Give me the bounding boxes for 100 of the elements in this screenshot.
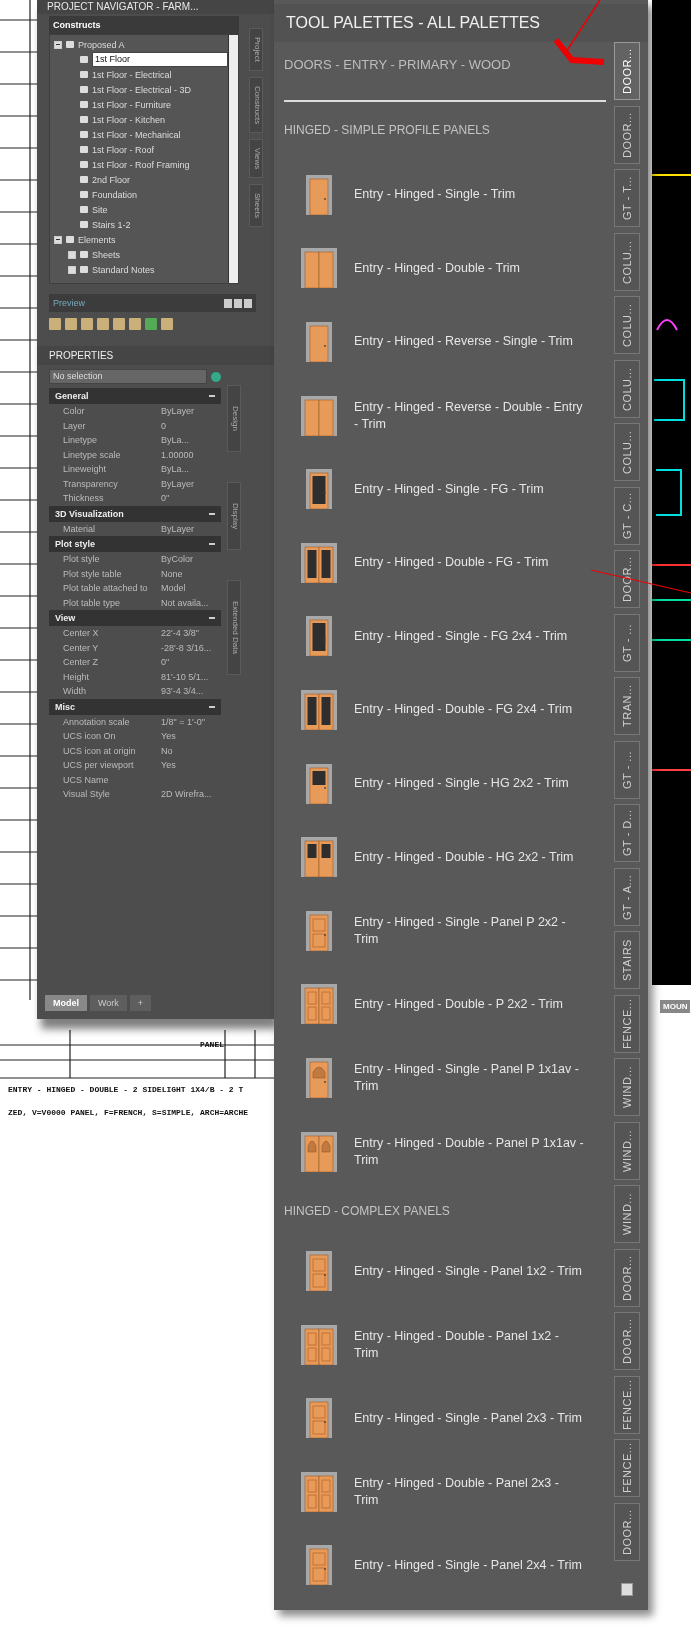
tree-item[interactable]: 1st Floor - Kitchen	[92, 114, 166, 125]
property-value: 0"	[161, 493, 170, 504]
palette-tool[interactable]: Entry - Hinged - Double - Panel 1x2 - Trim	[284, 1307, 614, 1382]
expand-toggle-icon[interactable]	[68, 250, 76, 259]
section-header[interactable]: View	[49, 610, 221, 626]
section-header[interactable]: Misc	[49, 698, 221, 715]
palette-tool[interactable]: Entry - Hinged - Single - HG 2x2 - Trim	[284, 746, 614, 821]
palette-tab[interactable]: COLU...	[614, 232, 640, 291]
palette-tab[interactable]: FENCE...	[614, 1375, 640, 1434]
palette-tab[interactable]: GT - D...	[614, 804, 640, 862]
tree-item[interactable]: 2nd Floor	[92, 174, 131, 185]
tree-item[interactable]: Stairs 1-2	[92, 219, 131, 230]
palette-tab[interactable]: STAIRS	[614, 931, 640, 989]
palette-tool[interactable]: Entry - Hinged - Single - Trim	[284, 158, 614, 232]
palette-tool[interactable]: Entry - Hinged - Reverse - Single - Trim	[284, 305, 614, 379]
expand-toggle-icon[interactable]	[54, 235, 62, 244]
constructs-tab[interactable]: Constructs	[53, 20, 101, 30]
palette-tab[interactable]: DOOR...	[614, 1502, 640, 1561]
collapse-icon[interactable]	[209, 512, 215, 515]
palette-tool[interactable]: Entry - Hinged - Single - Panel P 1x1av - Trim	[284, 1041, 614, 1115]
tree-item[interactable]: 1st Floor - Roof Framing	[92, 159, 190, 170]
palette-tab[interactable]: GT - ...	[614, 613, 640, 672]
palette-tab[interactable]: COLU...	[614, 296, 640, 354]
palette-tool[interactable]: Entry - Hinged - Reverse - Double - Entry - Trim	[284, 378, 614, 453]
tree-item[interactable]: 1st Floor - Roof	[92, 144, 155, 155]
palette-tab[interactable]: DOOR...	[614, 105, 640, 164]
tree-item[interactable]: 1st Floor	[92, 52, 228, 67]
tree-item[interactable]: Sheets	[92, 249, 121, 260]
expand-toggle-icon[interactable]	[68, 265, 76, 274]
property-value: 2D Wirefra...	[161, 789, 212, 800]
palette-tool[interactable]: Entry - Hinged - Double - Trim	[284, 231, 614, 306]
palette-tab[interactable]: DOOR...	[614, 1312, 640, 1370]
palette-tab[interactable]: DOOR...	[614, 42, 640, 100]
palette-tab[interactable]: FENCE...	[614, 994, 640, 1053]
side-tab[interactable]: Extended Data	[227, 580, 241, 676]
palette-tool[interactable]: Entry - Hinged - Double - Panel 2x3 - Trim	[284, 1455, 614, 1529]
layout-tab[interactable]: Work	[90, 995, 127, 1011]
palette-tab[interactable]: WIND...	[614, 1121, 640, 1180]
property-value: ByLa...	[161, 435, 189, 446]
property-name: Transparency	[62, 478, 119, 489]
palette-tab[interactable]: GT - ...	[614, 740, 640, 799]
palette-tab[interactable]: GT - T...	[614, 169, 640, 227]
palette-tab[interactable]: DOOR...	[614, 1248, 640, 1307]
layout-tab[interactable]: Model	[45, 995, 87, 1011]
property-value: 0	[161, 420, 166, 431]
property-name: UCS per viewport	[62, 760, 135, 771]
tree-item[interactable]: Proposed A	[78, 39, 125, 50]
section-header[interactable]: General	[49, 388, 221, 404]
side-tab[interactable]: Project	[249, 28, 263, 71]
palette-tool[interactable]: Entry - Hinged - Double - HG 2x2 - Trim	[284, 820, 614, 894]
selection-dropdown[interactable]: No selection	[49, 369, 207, 384]
door-icon	[301, 689, 337, 730]
side-tab[interactable]: Sheets	[249, 184, 263, 228]
side-tab[interactable]: Views	[249, 139, 263, 179]
palette-tool[interactable]: Entry - Hinged - Single - Panel 2x4 - Trim	[284, 1528, 614, 1603]
palette-tool[interactable]: Entry - Hinged - Single - Panel 1x2 - Trim	[284, 1234, 614, 1308]
tree-item[interactable]: 1st Floor - Electrical - 3D	[92, 84, 192, 95]
palette-tab[interactable]: COLU...	[614, 423, 640, 481]
palette-tool[interactable]: Entry - Hinged - Single - Panel P 2x2 - Trim	[284, 893, 614, 968]
palette-tab[interactable]: WIND...	[614, 1058, 640, 1116]
palette-tab[interactable]: FENCE...	[614, 1439, 640, 1497]
side-tab[interactable]: Constructs	[249, 76, 263, 134]
palette-tool[interactable]: Entry - Hinged - Single - FG - Trim	[284, 452, 614, 526]
palette-tool[interactable]: Entry - Hinged - Double - P 2x2 - Trim	[284, 967, 614, 1042]
property-name: Linetype	[62, 435, 99, 446]
tree-item[interactable]: 1st Floor - Mechanical	[92, 129, 181, 140]
palette-tool[interactable]: Entry - Hinged - Double - FG 2x4 - Trim	[284, 673, 614, 747]
palette-tab[interactable]: DOOR...	[614, 550, 640, 608]
select-objects-icon[interactable]	[211, 371, 221, 382]
tree-item[interactable]: Foundation	[92, 189, 138, 200]
palette-tab[interactable]: GT - A...	[614, 867, 640, 926]
group-header: HINGED - COMPLEX PANELS	[284, 1203, 451, 1221]
palette-tool[interactable]: Entry - Hinged - Single - Panel 2x3 - Trim	[284, 1381, 614, 1456]
tree-item[interactable]: Site	[92, 204, 108, 215]
palette-tool[interactable]: Entry - Hinged - Double - Panel P 1x1av - Trim	[284, 1114, 614, 1189]
properties-icon[interactable]	[621, 1583, 633, 1596]
section-header[interactable]: Plot style	[49, 536, 221, 552]
collapse-icon[interactable]	[209, 705, 215, 708]
palette-tab[interactable]: GT - C...	[614, 486, 640, 545]
property-value: Model	[161, 583, 186, 594]
palette-tool[interactable]: Entry - Hinged - Single - FG 2x4 - Trim	[284, 599, 614, 674]
section-header[interactable]: 3D Visualization	[49, 505, 221, 522]
property-value: 93'-4 3/4...	[161, 686, 204, 697]
tree-item[interactable]: 1st Floor - Electrical	[92, 69, 172, 80]
door-icon	[301, 1131, 337, 1172]
expand-toggle-icon[interactable]	[54, 40, 62, 49]
door-icon	[306, 616, 332, 657]
palette-tool[interactable]: Entry - Hinged - Double - FG - Trim	[284, 525, 614, 600]
tree-item[interactable]: 1st Floor - Furniture	[92, 99, 172, 110]
layout-tab[interactable]: +	[129, 995, 152, 1011]
door-icon	[301, 542, 337, 583]
tree-item[interactable]: Standard Notes	[92, 264, 155, 275]
palette-tab[interactable]: COLU...	[614, 359, 640, 418]
side-tab[interactable]: Design	[227, 385, 241, 452]
palette-tab[interactable]: WIND...	[614, 1185, 640, 1243]
palette-tab[interactable]: TRAN...	[614, 677, 640, 735]
scrollbar[interactable]	[228, 35, 238, 283]
tree-item[interactable]: Elements	[78, 234, 116, 245]
door-icon	[301, 837, 337, 878]
side-tab[interactable]: Display	[227, 481, 241, 551]
